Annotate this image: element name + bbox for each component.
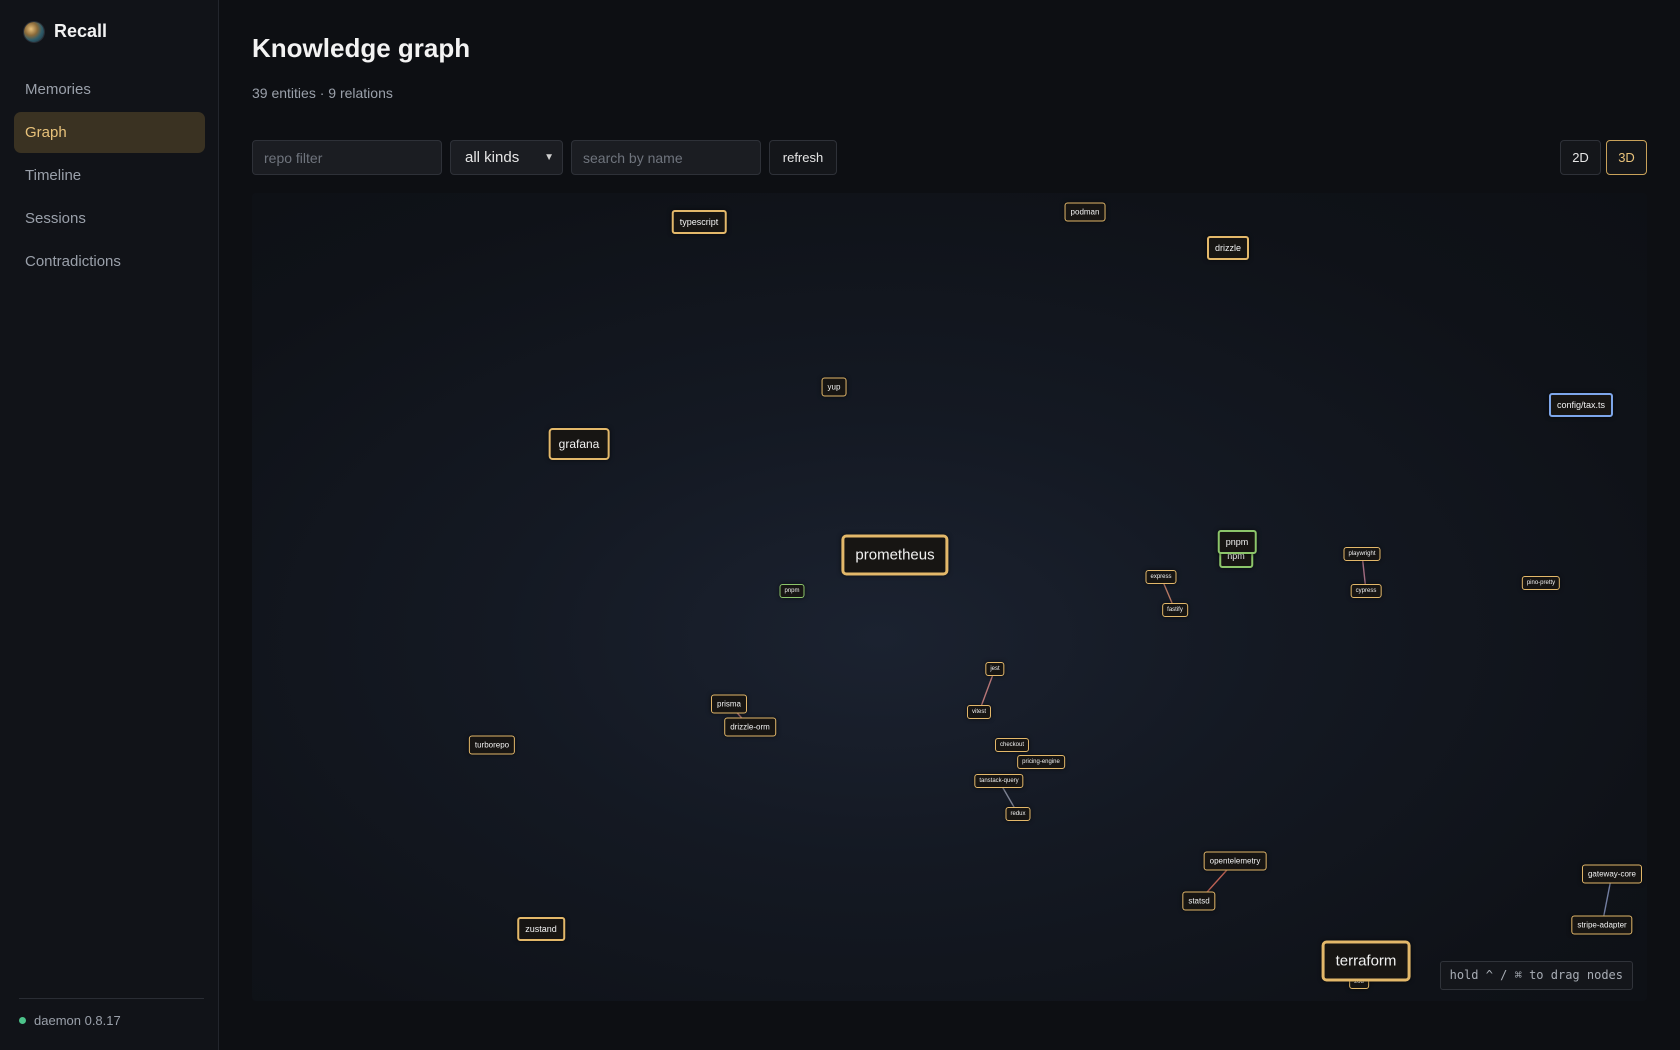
sidebar-item-memories[interactable]: Memories bbox=[14, 69, 205, 110]
graph-node-fastify[interactable]: fastify bbox=[1162, 603, 1188, 617]
graph-node-podman[interactable]: podman bbox=[1064, 202, 1106, 222]
main-content: Knowledge graph 39 entities · 9 relation… bbox=[252, 0, 1647, 1050]
graph-node-grafana[interactable]: grafana bbox=[548, 428, 610, 460]
sidebar-item-sessions[interactable]: Sessions bbox=[14, 198, 205, 239]
graph-node-cypress[interactable]: cypress bbox=[1350, 584, 1382, 598]
graph-node-pnpm-a[interactable]: pnpm bbox=[779, 584, 805, 598]
refresh-button[interactable]: refresh bbox=[769, 140, 837, 175]
graph-node-gateway-core[interactable]: gateway-core bbox=[1581, 864, 1643, 884]
view-2d-button[interactable]: 2D bbox=[1560, 140, 1601, 175]
graph-node-prometheus[interactable]: prometheus bbox=[841, 534, 949, 576]
graph-node-statsd[interactable]: statsd bbox=[1182, 891, 1216, 911]
graph-node-vitest[interactable]: vitest bbox=[966, 705, 992, 719]
graph-node-checkout[interactable]: checkout bbox=[994, 738, 1030, 752]
graph-node-prisma[interactable]: prisma bbox=[710, 694, 748, 714]
graph-summary: 39 entities · 9 relations bbox=[252, 85, 393, 101]
graph-node-config-tax[interactable]: config/tax.ts bbox=[1548, 393, 1614, 417]
graph-node-playwright[interactable]: playwright bbox=[1343, 547, 1381, 561]
repo-filter-input[interactable] bbox=[252, 140, 442, 175]
brand[interactable]: Recall bbox=[24, 21, 107, 42]
graph-node-turborepo[interactable]: turborepo bbox=[468, 735, 516, 755]
graph-node-typescript[interactable]: typescript bbox=[671, 210, 727, 234]
graph-node-drizzle[interactable]: drizzle bbox=[1206, 236, 1250, 260]
page-title: Knowledge graph bbox=[252, 33, 471, 63]
graph-node-terraform[interactable]: terraform bbox=[1321, 940, 1411, 982]
view-3d-button[interactable]: 3D bbox=[1606, 140, 1647, 175]
graph-node-jest[interactable]: jest bbox=[985, 662, 1005, 676]
graph-node-zustand[interactable]: zustand bbox=[517, 917, 565, 941]
graph-node-yup[interactable]: yup bbox=[821, 377, 847, 397]
graph-node-opentelemetry[interactable]: opentelemetry bbox=[1203, 851, 1267, 871]
graph-node-pnpm-b[interactable]: pnpm bbox=[1217, 530, 1257, 554]
graph-node-tanstack-query[interactable]: tanstack-query bbox=[974, 774, 1024, 788]
sidebar-item-timeline[interactable]: Timeline bbox=[14, 155, 205, 196]
globe-logo-icon bbox=[24, 21, 44, 42]
graph-node-redux[interactable]: redux bbox=[1005, 807, 1031, 821]
graph-toolbar: all kinds ▼ refresh 2D 3D bbox=[252, 140, 1647, 175]
sidebar-item-graph[interactable]: Graph bbox=[14, 112, 205, 153]
graph-node-pricing-engine[interactable]: pricing-engine bbox=[1017, 755, 1065, 769]
chevron-down-icon: ▼ bbox=[544, 152, 554, 163]
sidebar-item-contradictions[interactable]: Contradictions bbox=[14, 241, 205, 282]
sidebar-nav: Memories Graph Timeline Sessions Contrad… bbox=[14, 69, 205, 284]
graph-node-pino-pretty[interactable]: pino-pretty bbox=[1521, 576, 1561, 590]
graph-node-stripe-adapter[interactable]: stripe-adapter bbox=[1571, 915, 1633, 935]
drag-hint: hold ^ / ⌘ to drag nodes bbox=[1439, 961, 1633, 990]
graph-node-drizzle-orm[interactable]: drizzle-orm bbox=[724, 717, 776, 737]
kind-select-value: all kinds bbox=[465, 149, 520, 166]
search-input[interactable] bbox=[571, 140, 761, 175]
sidebar: Recall Memories Graph Timeline Sessions … bbox=[0, 0, 219, 1050]
graph-canvas[interactable]: hold ^ / ⌘ to drag nodes typescript podma… bbox=[252, 193, 1647, 1001]
app-name: Recall bbox=[54, 21, 108, 41]
graph-node-express[interactable]: express bbox=[1145, 570, 1177, 584]
graph-edges bbox=[728, 541, 1613, 983]
daemon-status: daemon 0.8.17 bbox=[19, 998, 204, 1028]
status-dot-icon bbox=[19, 1017, 26, 1024]
daemon-version: daemon 0.8.17 bbox=[34, 1013, 121, 1028]
kind-select[interactable]: all kinds ▼ bbox=[450, 140, 563, 175]
